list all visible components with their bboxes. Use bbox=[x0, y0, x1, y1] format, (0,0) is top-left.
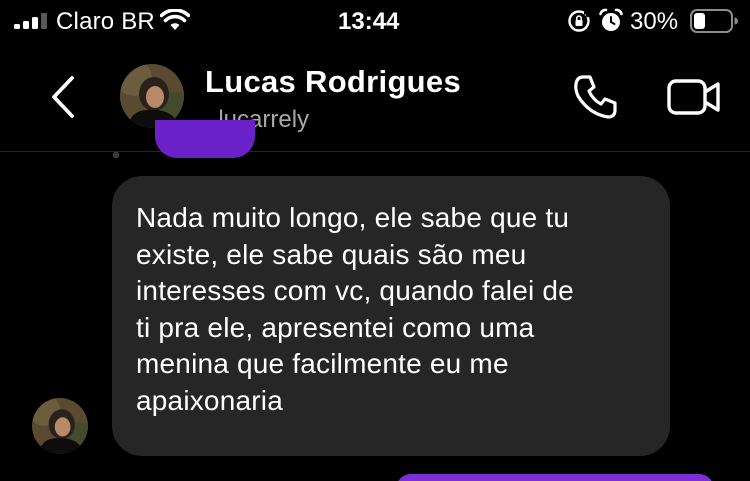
contact-avatar[interactable] bbox=[120, 64, 184, 128]
signal-icon bbox=[14, 13, 47, 29]
next-sent-message[interactable] bbox=[396, 474, 714, 481]
previous-sent-message[interactable] bbox=[155, 120, 255, 158]
phone-icon[interactable] bbox=[570, 72, 620, 122]
battery-icon bbox=[690, 9, 738, 33]
rotation-lock-icon bbox=[568, 10, 590, 32]
message-line: interesses com vc, quando falei de bbox=[136, 275, 574, 306]
battery-percent: 30% bbox=[630, 8, 679, 35]
video-icon[interactable] bbox=[666, 74, 722, 120]
message-line: ti pra ele, apresentei como uma bbox=[136, 311, 535, 343]
clock: 13:44 bbox=[338, 8, 400, 35]
alarm-icon bbox=[599, 8, 623, 31]
message-divider-dot bbox=[113, 152, 119, 158]
message-line: existe, ele sabe quais são meu bbox=[136, 238, 527, 270]
received-message-bubble[interactable]: Nada muito longo, ele sabe que tu existe… bbox=[112, 176, 670, 456]
avatar-photo bbox=[32, 398, 88, 454]
sender-avatar[interactable] bbox=[32, 398, 88, 454]
avatar-photo bbox=[120, 64, 184, 128]
message-line: apaixonaria bbox=[136, 384, 283, 416]
chat-header: Lucas Rodrigues _lucarrely bbox=[0, 44, 750, 152]
back-icon[interactable] bbox=[44, 72, 80, 122]
message-line: menina que facilmente eu me bbox=[136, 348, 509, 379]
contact-name[interactable]: Lucas Rodrigues bbox=[205, 64, 461, 100]
message-line: Nada muito longo, ele sabe que tu bbox=[136, 202, 570, 233]
carrier-name: Claro BR bbox=[56, 8, 155, 35]
wifi-icon bbox=[160, 9, 190, 30]
message-text: Nada muito longo, ele sabe que tu existe… bbox=[136, 200, 648, 419]
status-bar: Claro BR 13:44 30% bbox=[0, 0, 750, 44]
